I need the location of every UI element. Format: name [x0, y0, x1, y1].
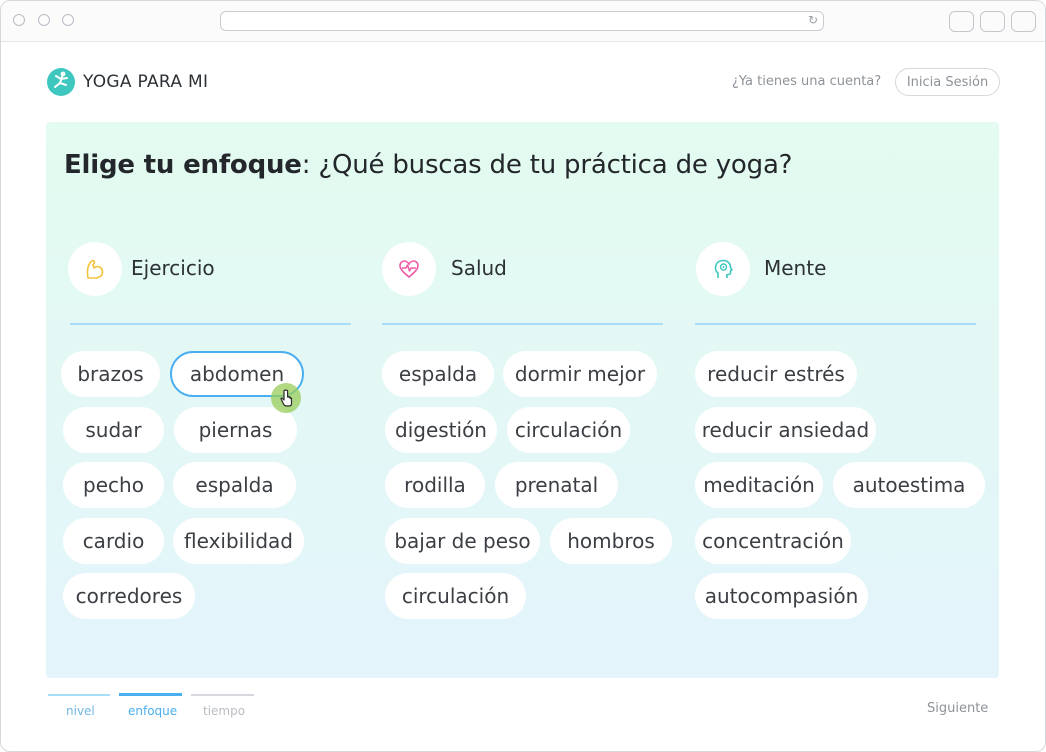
reload-icon[interactable]: ↻ [808, 13, 818, 27]
step-nivel[interactable]: nivel [66, 704, 95, 718]
chip-brazos[interactable]: brazos [61, 351, 160, 397]
step-tiempo[interactable]: tiempo [203, 704, 245, 718]
chip-espalda[interactable]: espalda [382, 351, 494, 397]
chip-digestion[interactable]: digestión [385, 407, 497, 453]
flexed-arm-icon [68, 242, 122, 296]
chip-pecho[interactable]: pecho [63, 462, 164, 508]
chip-circulacion[interactable]: circulación [385, 573, 526, 619]
chip-corredores[interactable]: corredores [63, 573, 195, 619]
page-title-rest: : ¿Qué buscas de tu práctica de yoga? [301, 150, 793, 180]
login-button[interactable]: Inicia Sesión [895, 68, 1000, 96]
chip-rodilla[interactable]: rodilla [385, 462, 485, 508]
close-window-dot[interactable] [13, 14, 25, 26]
chip-bajar-de-peso[interactable]: bajar de peso [385, 518, 540, 564]
chip-hombros[interactable]: hombros [550, 518, 672, 564]
chip-piernas[interactable]: piernas [174, 407, 297, 453]
chip-flexibilidad[interactable]: flexibilidad [173, 518, 304, 564]
brand-name[interactable]: YOGA PARA MI [83, 72, 208, 92]
address-bar[interactable]: ↻ [220, 11, 824, 31]
minimize-window-dot[interactable] [38, 14, 50, 26]
next-button[interactable]: Siguiente [927, 701, 988, 716]
category-label: Ejercicio [131, 256, 215, 280]
pointer-cursor-icon [271, 383, 301, 413]
chip-sudar[interactable]: sudar [63, 407, 164, 453]
browser-titlebar: ↻ [1, 1, 1045, 42]
window-button-3[interactable] [1011, 11, 1036, 32]
step-bar-nivel [48, 694, 110, 696]
category-label: Mente [764, 256, 827, 280]
account-question: ¿Ya tienes una cuenta? [732, 74, 882, 89]
chip-meditacion[interactable]: meditación [695, 462, 823, 508]
chip-circulacion[interactable]: circulación [507, 407, 630, 453]
chip-prenatal[interactable]: prenatal [495, 462, 618, 508]
chip-concentracion[interactable]: concentración [695, 518, 851, 564]
heartbeat-icon [382, 242, 436, 296]
page-title-bold: Elige tu enfoque [64, 150, 302, 180]
chip-cardio[interactable]: cardio [63, 518, 164, 564]
window-button-2[interactable] [980, 11, 1005, 32]
yoga-pose-icon[interactable] [47, 68, 75, 96]
chip-reducir-estres[interactable]: reducir estrés [695, 351, 857, 397]
chip-autoestima[interactable]: autoestima [833, 462, 985, 508]
maximize-window-dot[interactable] [62, 14, 74, 26]
window-button-1[interactable] [949, 11, 974, 32]
chip-autocompasion[interactable]: autocompasión [695, 573, 868, 619]
category-divider [70, 323, 351, 325]
step-enfoque[interactable]: enfoque [128, 704, 177, 718]
category-divider [695, 323, 976, 325]
category-label: Salud [451, 256, 507, 280]
step-bar-enfoque [119, 693, 182, 696]
category-divider [382, 323, 663, 325]
chip-reducir-ansiedad[interactable]: reducir ansiedad [695, 407, 876, 453]
page-title: Elige tu enfoque: ¿Qué buscas de tu prác… [64, 150, 792, 180]
chip-dormir-mejor[interactable]: dormir mejor [503, 351, 657, 397]
step-bar-tiempo [191, 694, 254, 696]
chip-espalda[interactable]: espalda [173, 462, 296, 508]
head-mind-icon [696, 242, 750, 296]
